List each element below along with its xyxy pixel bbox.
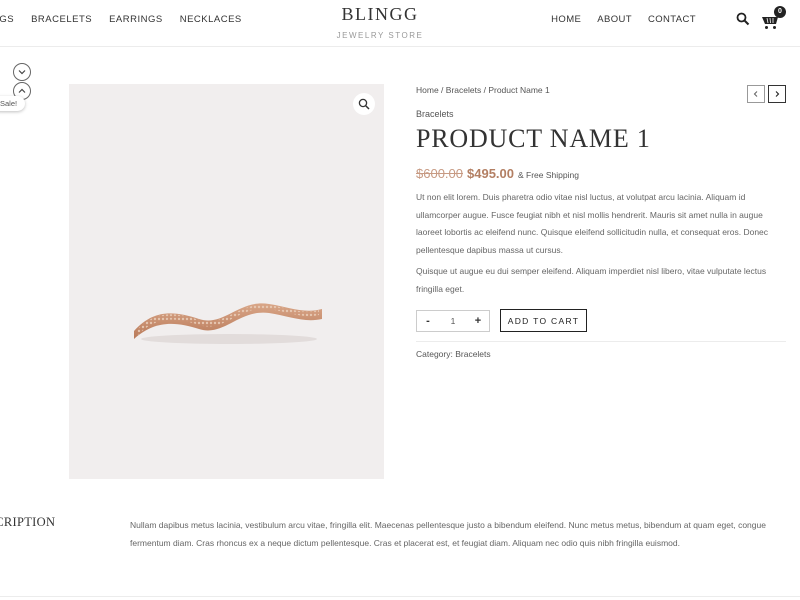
- logo-subtitle: JEWELRY STORE: [336, 31, 424, 40]
- nav-item-home[interactable]: HOME: [551, 14, 581, 25]
- nav-item-contact[interactable]: CONTACT: [648, 14, 696, 25]
- add-to-cart-form: - 1 + ADD TO CART: [416, 309, 786, 332]
- search-icon[interactable]: [736, 12, 750, 26]
- product-title: PRODUCT NAME 1: [416, 124, 651, 153]
- quantity-decrease-button[interactable]: -: [417, 311, 439, 331]
- quantity-increase-button[interactable]: +: [467, 311, 489, 331]
- main-nav-right: HOME ABOUT CONTACT: [551, 14, 696, 25]
- add-to-cart-button[interactable]: ADD TO CART: [500, 309, 587, 332]
- price-row: $600.00 $495.00 & Free Shipping: [416, 166, 786, 181]
- next-product-button[interactable]: [768, 85, 786, 103]
- breadcrumb-separator: /: [438, 85, 446, 95]
- tab-description[interactable]: SCRIPTION: [0, 515, 55, 530]
- chevron-down-icon: [18, 70, 26, 75]
- zoom-icon: [358, 98, 370, 110]
- short-description-2: Quisque ut augue eu dui semper eleifend.…: [416, 266, 767, 294]
- chevron-up-icon: [18, 88, 26, 93]
- site-header: NGS BRACELETS EARRINGS NECKLACES BLINGG …: [0, 0, 800, 47]
- quantity-input[interactable]: 1: [439, 311, 467, 331]
- short-description: Ut non elit lorem. Duis pharetra odio vi…: [416, 192, 769, 255]
- zoom-button[interactable]: [353, 93, 375, 115]
- description-text: Nullam dapibus metus lacinia, vestibulum…: [130, 520, 766, 548]
- divider: [416, 341, 786, 342]
- breadcrumb-category[interactable]: Bracelets: [446, 85, 481, 95]
- product-image: [69, 84, 384, 479]
- cart-count-badge: 0: [774, 6, 786, 18]
- chevron-right-icon: [775, 91, 780, 97]
- cart-button[interactable]: 0: [760, 6, 786, 32]
- product-pager: [747, 85, 786, 103]
- ring-photo: [134, 303, 322, 344]
- shipping-note: & Free Shipping: [518, 170, 579, 180]
- original-price: $600.00: [416, 166, 463, 181]
- product-meta: Category: Bracelets: [416, 349, 786, 359]
- sale-badge: Sale!: [0, 96, 26, 111]
- breadcrumb: Home / Bracelets / Product Name 1: [416, 85, 786, 95]
- product-category-link[interactable]: Bracelets: [416, 109, 786, 119]
- quantity-stepper: - 1 +: [416, 309, 490, 332]
- scroll-down-button[interactable]: [13, 63, 31, 81]
- nav-item-about[interactable]: ABOUT: [597, 14, 632, 25]
- meta-category-label: Category:: [416, 349, 456, 359]
- product-summary: Home / Bracelets / Product Name 1 Bracel…: [416, 85, 786, 359]
- chevron-left-icon: [753, 91, 758, 97]
- sale-price: $495.00: [467, 166, 514, 181]
- previous-product-button[interactable]: [747, 85, 765, 103]
- meta-category-link[interactable]: Bracelets: [455, 349, 490, 359]
- breadcrumb-current: Product Name 1: [488, 85, 550, 95]
- breadcrumb-home[interactable]: Home: [416, 85, 439, 95]
- divider: [0, 596, 800, 597]
